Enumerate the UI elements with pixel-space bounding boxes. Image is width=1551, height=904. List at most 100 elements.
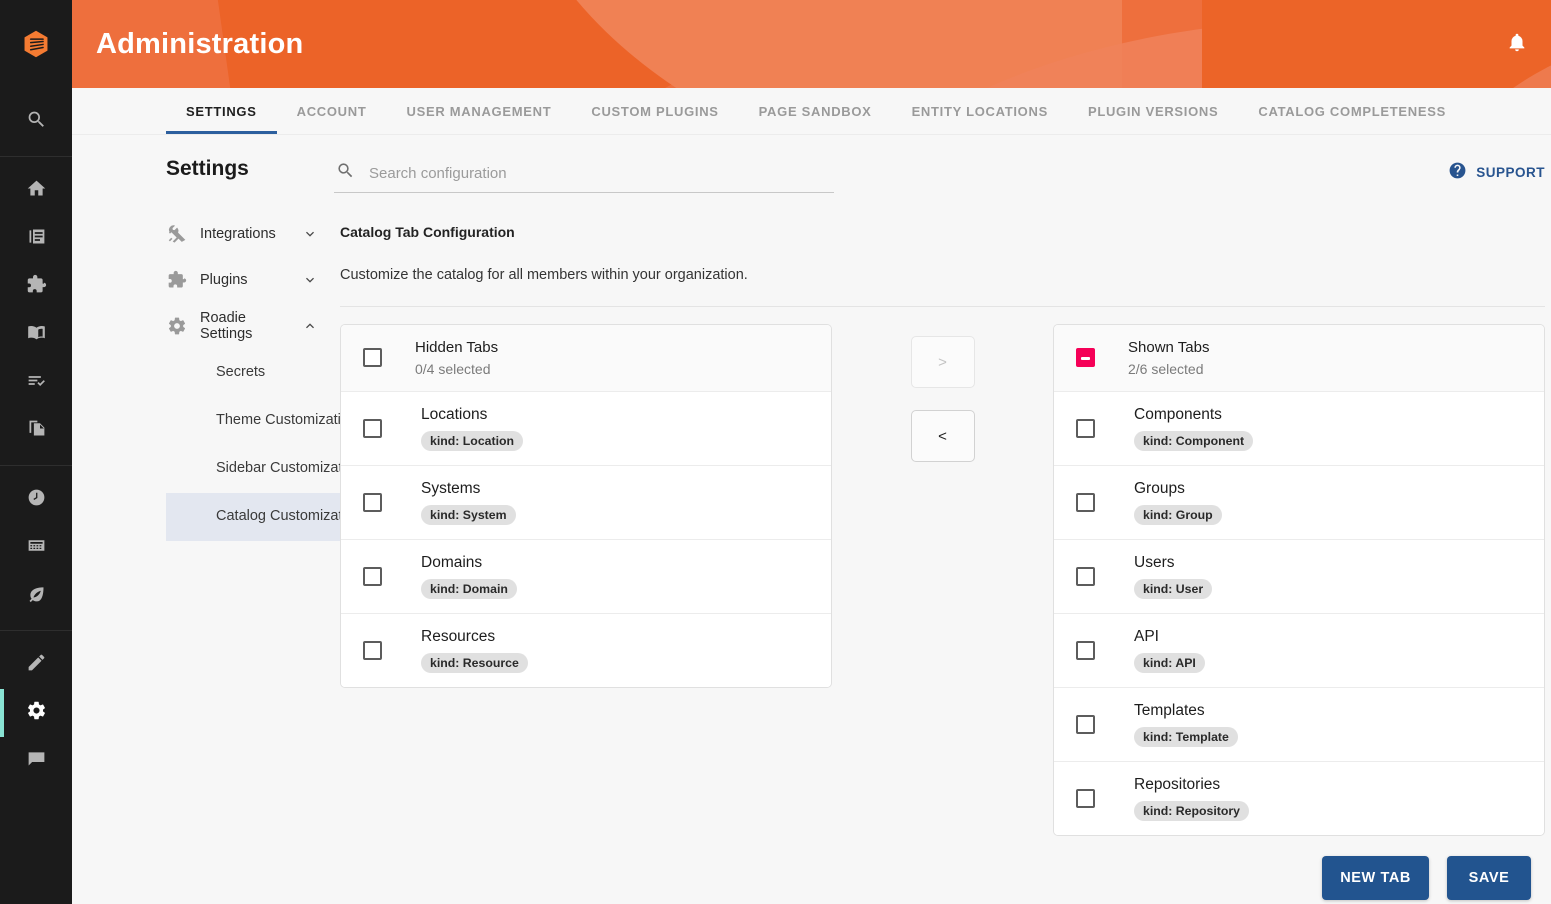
- section-title: Catalog Tab Configuration: [340, 224, 515, 240]
- roadie-logo[interactable]: [0, 0, 72, 88]
- docs-rail-item[interactable]: [0, 311, 72, 359]
- tab-label: PAGE SANDBOX: [758, 103, 872, 119]
- tab-page-sandbox[interactable]: PAGE SANDBOX: [739, 88, 892, 134]
- hidden-tabs-select-all-checkbox[interactable]: [363, 348, 415, 368]
- list-item[interactable]: Domains kind: Domain: [341, 539, 831, 615]
- list-item[interactable]: Templates kind: Template: [1054, 688, 1544, 763]
- home-rail-item[interactable]: [0, 167, 72, 215]
- row-checkbox[interactable]: [363, 566, 415, 586]
- checkbox-box: [1076, 641, 1095, 661]
- tools-icon: [166, 223, 188, 245]
- save-button[interactable]: SAVE: [1447, 856, 1531, 901]
- row-checkbox[interactable]: [363, 641, 415, 661]
- tab-user-management[interactable]: USER MANAGEMENT: [387, 88, 572, 134]
- row-checkbox[interactable]: [1076, 492, 1128, 512]
- search-input[interactable]: [369, 164, 832, 182]
- list-item[interactable]: Components kind: Component: [1054, 391, 1544, 466]
- roadie-settings-subitems: Secrets Theme Customization Sidebar Cust…: [166, 349, 391, 541]
- list-item-name: API: [1134, 628, 1159, 646]
- row-checkbox[interactable]: [1076, 566, 1128, 586]
- section-divider: [340, 306, 1545, 307]
- list-item[interactable]: Groups kind: Group: [1054, 465, 1544, 540]
- shown-tabs-header[interactable]: Shown Tabs 2/6 selected: [1054, 325, 1544, 392]
- plugins-rail-item[interactable]: [0, 263, 72, 311]
- page-title: Administration: [96, 27, 304, 60]
- row-checkbox[interactable]: [1076, 418, 1128, 438]
- move-right-button[interactable]: >: [910, 336, 975, 388]
- tab-account[interactable]: ACCOUNT: [277, 88, 387, 134]
- global-sidebar-rail: [0, 0, 72, 904]
- search-rail-item[interactable]: [0, 98, 72, 146]
- tab-label: PLUGIN VERSIONS: [1087, 103, 1219, 119]
- tab-catalog-completeness[interactable]: CATALOG COMPLETENESS: [1238, 88, 1466, 134]
- support-label: SUPPORT: [1476, 164, 1545, 180]
- kind-chip: kind: Domain: [421, 578, 517, 600]
- rail-group-primary: [0, 156, 72, 465]
- search-configuration-field[interactable]: [334, 155, 834, 193]
- banner-shape-2: [502, 0, 1122, 88]
- shown-tabs-select-all-checkbox[interactable]: [1076, 348, 1128, 368]
- support-link[interactable]: SUPPORT: [1448, 161, 1545, 183]
- list-item-name: Locations: [421, 405, 488, 423]
- app-root: Administration SETTINGS ACCOUNT USER MAN…: [0, 0, 1551, 904]
- sidebar-item-plugins[interactable]: Plugins: [166, 257, 334, 303]
- templates-rail-item[interactable]: [0, 407, 72, 455]
- move-left-button[interactable]: <: [910, 410, 975, 462]
- tab-label: ACCOUNT: [296, 103, 367, 119]
- kind-chip: kind: Resource: [421, 652, 528, 674]
- home-icon: [26, 178, 47, 204]
- row-checkbox[interactable]: [363, 418, 415, 438]
- kind-chip: kind: User: [1134, 578, 1213, 600]
- sidebar-item-label: Integrations: [200, 226, 276, 242]
- checkbox-box: [1076, 789, 1095, 809]
- list-item[interactable]: Resources kind: Resource: [341, 614, 831, 688]
- tab-label: ENTITY LOCATIONS: [911, 103, 1048, 119]
- environment-rail-item[interactable]: [0, 572, 72, 620]
- list-item[interactable]: API kind: API: [1054, 614, 1544, 689]
- notification-bell-icon: [1506, 31, 1528, 58]
- checkbox-box: [1076, 492, 1095, 512]
- row-checkbox[interactable]: [363, 492, 415, 512]
- administration-rail-item[interactable]: [0, 689, 72, 737]
- settings-nav-list: Integrations Plugins Roadie Settings Sec…: [72, 211, 391, 541]
- tools-rail-item[interactable]: [0, 524, 72, 572]
- row-checkbox[interactable]: [1076, 641, 1128, 661]
- tab-settings[interactable]: SETTINGS: [166, 88, 277, 134]
- tasks-rail-item[interactable]: [0, 359, 72, 407]
- list-item[interactable]: Repositories kind: Repository: [1054, 762, 1544, 836]
- help-circle-icon: [1448, 161, 1467, 183]
- new-tab-button[interactable]: NEW TAB: [1322, 856, 1429, 901]
- tab-custom-plugins[interactable]: CUSTOM PLUGINS: [571, 88, 738, 134]
- list-item[interactable]: Systems kind: System: [341, 465, 831, 540]
- calculator-icon: [26, 535, 47, 561]
- settings-heading: Settings: [166, 157, 249, 180]
- sidebar-subitem-label: Secrets: [216, 364, 266, 381]
- hidden-tabs-header[interactable]: Hidden Tabs 0/4 selected: [341, 325, 831, 392]
- row-checkbox[interactable]: [1076, 715, 1128, 735]
- row-checkbox[interactable]: [1076, 789, 1128, 809]
- list-item-name: Domains: [421, 553, 483, 571]
- hidden-tabs-selected-count: 0/4 selected: [415, 360, 491, 377]
- tab-entity-locations[interactable]: ENTITY LOCATIONS: [892, 88, 1068, 134]
- checkbox-box: [363, 348, 382, 368]
- settings-body: Settings Integrations Plugins Roadie Set…: [72, 135, 1551, 904]
- sidebar-item-integrations[interactable]: Integrations: [166, 211, 334, 257]
- kind-chip: kind: Template: [1134, 726, 1238, 748]
- recent-rail-item[interactable]: [0, 476, 72, 524]
- list-item-name: Groups: [1134, 479, 1185, 497]
- tab-plugin-versions[interactable]: PLUGIN VERSIONS: [1068, 88, 1238, 134]
- leaf-icon: [26, 583, 47, 609]
- list-item[interactable]: Locations kind: Location: [341, 391, 831, 466]
- shown-tabs-panel: Shown Tabs 2/6 selected Components kind:…: [1053, 324, 1545, 837]
- rail-group-search: [0, 88, 72, 156]
- kind-chip: kind: Component: [1134, 430, 1254, 451]
- sidebar-item-roadie-settings[interactable]: Roadie Settings: [166, 303, 334, 349]
- feedback-rail-item[interactable]: [0, 737, 72, 785]
- catalog-rail-item[interactable]: [0, 215, 72, 263]
- create-rail-item[interactable]: [0, 641, 72, 689]
- puzzle-icon: [166, 269, 188, 291]
- main-region: Administration SETTINGS ACCOUNT USER MAN…: [72, 0, 1551, 904]
- gear-icon: [166, 315, 188, 337]
- list-item[interactable]: Users kind: User: [1054, 539, 1544, 615]
- notifications-button[interactable]: [1497, 24, 1537, 64]
